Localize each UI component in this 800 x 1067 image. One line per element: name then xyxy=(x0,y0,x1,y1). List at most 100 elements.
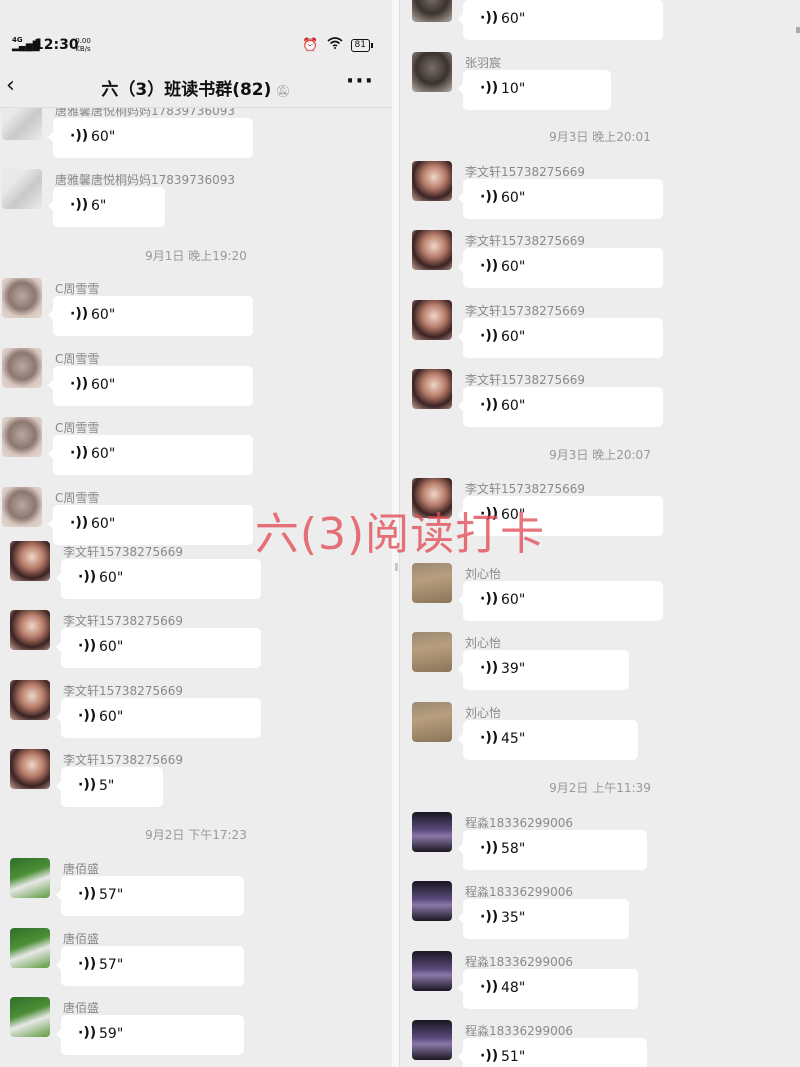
voice-wave-icon: ·)) xyxy=(480,506,499,522)
sender-name: C周雪雪 xyxy=(55,352,100,366)
voice-bubble[interactable]: ·)) 58" xyxy=(458,830,647,870)
voice-duration: 51" xyxy=(501,1049,526,1065)
voice-wave-icon: ·)) xyxy=(78,886,97,902)
voice-wave-icon: ·)) xyxy=(70,306,89,322)
voice-bubble[interactable]: ·)) 35" xyxy=(458,899,629,939)
voice-wave-icon: ·)) xyxy=(70,445,89,461)
avatar[interactable] xyxy=(10,680,50,720)
voice-bubble[interactable]: ·)) 60" xyxy=(56,628,261,668)
timestamp: 9月2日 下午17:23 xyxy=(145,828,247,842)
sender-name: 刘心怡 xyxy=(465,706,502,720)
voice-duration: 60" xyxy=(91,516,116,532)
voice-wave-icon: ·)) xyxy=(70,376,89,392)
voice-bubble[interactable]: ·)) 6" xyxy=(48,187,165,227)
sender-name: 程淼18336299006 xyxy=(465,1024,573,1038)
wifi-icon xyxy=(327,37,343,53)
voice-duration: 60" xyxy=(501,329,526,345)
voice-bubble[interactable]: ·)) 60" xyxy=(56,559,261,599)
voice-bubble[interactable]: ·)) 60" xyxy=(458,387,663,427)
voice-bubble[interactable]: ·)) 60" xyxy=(48,435,253,475)
header-divider xyxy=(0,107,392,108)
voice-bubble[interactable]: ·)) 60" xyxy=(48,118,253,158)
avatar[interactable] xyxy=(412,230,452,270)
avatar[interactable] xyxy=(412,812,452,852)
avatar[interactable] xyxy=(2,348,42,388)
avatar[interactable] xyxy=(2,169,42,209)
voice-bubble[interactable]: ·)) 48" xyxy=(458,969,638,1009)
voice-duration: 48" xyxy=(501,980,526,996)
voice-bubble[interactable]: ·)) 45" xyxy=(458,720,638,760)
voice-wave-icon: ·)) xyxy=(70,128,89,144)
voice-wave-icon: ·)) xyxy=(480,258,499,274)
avatar[interactable] xyxy=(10,749,50,789)
voice-bubble[interactable]: ·)) 60" xyxy=(48,296,253,336)
chat-header: ‹ 六（3）班读书群(82) 🔕︎ ··· xyxy=(0,65,392,107)
avatar[interactable] xyxy=(412,300,452,340)
voice-bubble[interactable]: ·)) 60" xyxy=(458,179,663,219)
voice-bubble[interactable]: ·)) 10" xyxy=(458,70,611,110)
right-chat-screenshot: ·)) 60" 张羽宸 ·)) 10" 9月3日 晚上20:01 李文轩1573827566… xyxy=(400,0,800,1067)
voice-duration: 39" xyxy=(501,661,526,677)
voice-wave-icon: ·)) xyxy=(78,638,97,654)
avatar[interactable] xyxy=(412,52,452,92)
voice-bubble[interactable]: ·)) 60" xyxy=(56,698,261,738)
avatar[interactable] xyxy=(412,632,452,672)
voice-duration: 60" xyxy=(91,129,116,145)
timestamp: 9月3日 晚上20:07 xyxy=(549,448,651,462)
voice-duration: 57" xyxy=(99,957,124,973)
sender-name: 唐佰盛 xyxy=(63,862,100,876)
avatar[interactable] xyxy=(10,610,50,650)
voice-duration: 60" xyxy=(91,307,116,323)
edge-marker xyxy=(796,27,800,33)
avatar[interactable] xyxy=(412,951,452,991)
avatar[interactable] xyxy=(2,417,42,457)
avatar[interactable] xyxy=(412,161,452,201)
avatar[interactable] xyxy=(10,858,50,898)
avatar[interactable] xyxy=(412,0,452,22)
voice-bubble[interactable]: ·)) 57" xyxy=(56,876,244,916)
voice-bubble[interactable]: ·)) 60" xyxy=(458,0,663,40)
sender-name: 李文轩15738275669 xyxy=(465,373,585,387)
status-right: ⏰ 81 xyxy=(302,37,374,53)
voice-bubble[interactable]: ·)) 51" xyxy=(458,1038,647,1067)
voice-bubble[interactable]: ·)) 60" xyxy=(458,581,663,621)
voice-wave-icon: ·)) xyxy=(78,708,97,724)
avatar[interactable] xyxy=(412,881,452,921)
voice-bubble[interactable]: ·)) 60" xyxy=(48,505,253,545)
scroll-handle[interactable] xyxy=(395,563,398,571)
avatar[interactable] xyxy=(412,478,452,518)
more-button[interactable]: ··· xyxy=(346,69,374,94)
voice-bubble[interactable]: ·)) 60" xyxy=(458,248,663,288)
avatar[interactable] xyxy=(412,1020,452,1060)
avatar[interactable] xyxy=(10,541,50,581)
sender-name: 李文轩15738275669 xyxy=(63,545,183,559)
voice-duration: 60" xyxy=(501,11,526,27)
voice-wave-icon: ·)) xyxy=(480,979,499,995)
voice-bubble[interactable]: ·)) 5" xyxy=(56,767,163,807)
voice-bubble[interactable]: ·)) 60" xyxy=(458,496,663,536)
voice-duration: 60" xyxy=(501,592,526,608)
voice-duration: 60" xyxy=(501,507,526,523)
voice-wave-icon: ·)) xyxy=(78,777,97,793)
avatar[interactable] xyxy=(10,928,50,968)
net-speed-value: 0.00 xyxy=(75,37,91,45)
voice-duration: 58" xyxy=(501,841,526,857)
avatar[interactable] xyxy=(2,487,42,527)
avatar[interactable] xyxy=(412,702,452,742)
voice-duration: 60" xyxy=(501,398,526,414)
voice-wave-icon: ·)) xyxy=(480,10,499,26)
voice-duration: 10" xyxy=(501,81,526,97)
avatar[interactable] xyxy=(2,278,42,318)
voice-wave-icon: ·)) xyxy=(70,515,89,531)
voice-bubble[interactable]: ·)) 60" xyxy=(458,318,663,358)
voice-duration: 60" xyxy=(99,709,124,725)
avatar[interactable] xyxy=(412,563,452,603)
voice-bubble[interactable]: ·)) 39" xyxy=(458,650,629,690)
voice-bubble[interactable]: ·)) 59" xyxy=(56,1015,244,1055)
voice-bubble[interactable]: ·)) 57" xyxy=(56,946,244,986)
avatar[interactable] xyxy=(10,997,50,1037)
voice-bubble[interactable]: ·)) 60" xyxy=(48,366,253,406)
avatar[interactable] xyxy=(412,369,452,409)
voice-duration: 45" xyxy=(501,731,526,747)
status-time: 12:30 xyxy=(34,37,79,53)
